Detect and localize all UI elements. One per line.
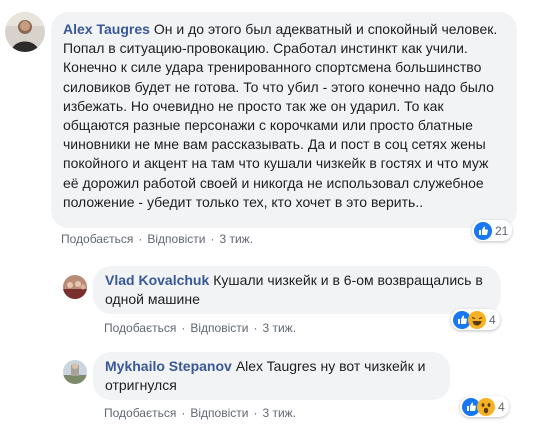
mention-link[interactable]: Alex Taugres <box>236 358 317 374</box>
reaction-summary[interactable]: 4 <box>460 396 509 417</box>
timestamp[interactable]: 3 тиж. <box>262 406 296 420</box>
comment-bubble: Mykhailo Stepanov Alex Taugres ну вот чизк… <box>93 352 450 400</box>
reaction-count: 21 <box>495 223 509 238</box>
comment-body: Mykhailo Stepanov Alex Taugres ну вот чизк… <box>105 357 438 395</box>
like-reaction-icon <box>474 221 492 240</box>
avatar-image <box>63 360 87 384</box>
avatar-image <box>5 12 45 52</box>
separator: · <box>210 232 215 246</box>
comment-body: Alex Taugres Он и до этого был адекватный… <box>63 20 505 212</box>
reply-link[interactable]: Відповісти <box>190 321 248 335</box>
like-link[interactable]: Подобається <box>104 406 176 420</box>
avatar-image <box>63 275 87 299</box>
author-name[interactable]: Alex Taugres <box>63 21 150 37</box>
reply-link[interactable]: Відповісти <box>190 406 248 420</box>
separator: · <box>138 232 143 246</box>
timestamp[interactable]: 3 тиж. <box>262 321 296 335</box>
author-name[interactable]: Vlad Kovalchuk <box>105 272 209 288</box>
avatar[interactable] <box>5 12 45 52</box>
separator: · <box>253 321 258 335</box>
reply-link[interactable]: Відповісти <box>147 232 205 246</box>
comment-actions: Подобається · Відповісти · 3 тиж. <box>61 232 253 246</box>
avatar[interactable] <box>63 275 87 299</box>
comment-actions: Подобається · Відповісти · 3 тиж. <box>104 406 296 420</box>
author-name[interactable]: Mykhailo Stepanov <box>105 358 232 374</box>
comment-text: Он и до этого был адекватный и спокойный… <box>63 21 498 210</box>
reaction-count: 4 <box>498 399 505 414</box>
comment-bubble: Vlad Kovalchuk Кушали чизкейк и в 6-ом во… <box>93 266 501 314</box>
reaction-summary[interactable]: 4 <box>451 309 500 330</box>
comment-body: Vlad Kovalchuk Кушали чизкейк и в 6-ом во… <box>105 271 489 309</box>
haha-reaction-icon <box>468 310 486 329</box>
like-link[interactable]: Подобається <box>104 321 176 335</box>
comment-actions: Подобається · Відповісти · 3 тиж. <box>104 321 296 335</box>
comment-bubble: Alex Taugres Он и до этого был адекватный… <box>51 12 517 228</box>
wow-reaction-icon <box>477 397 495 416</box>
reaction-summary[interactable]: 21 <box>472 220 513 241</box>
avatar[interactable] <box>63 360 87 384</box>
reaction-count: 4 <box>489 312 496 327</box>
like-link[interactable]: Подобається <box>61 232 133 246</box>
separator: · <box>253 406 258 420</box>
separator: · <box>181 321 186 335</box>
timestamp[interactable]: 3 тиж. <box>219 232 253 246</box>
separator: · <box>181 406 186 420</box>
